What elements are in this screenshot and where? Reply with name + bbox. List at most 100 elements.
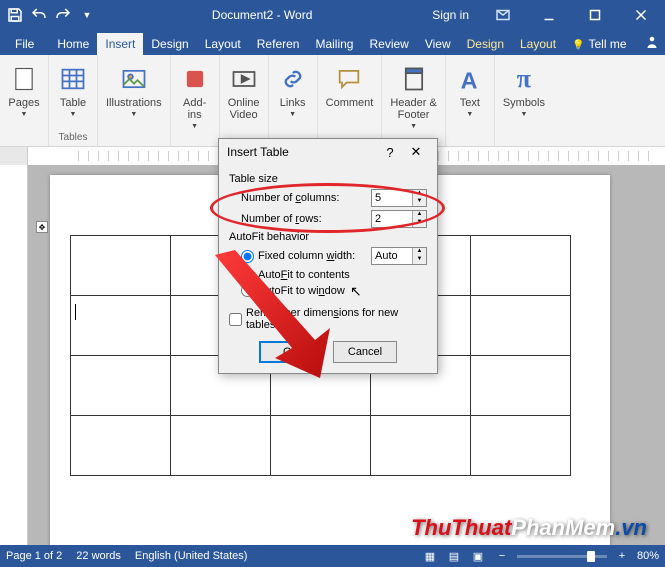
qat-customize[interactable]: ▼ bbox=[76, 4, 98, 26]
text-button[interactable]: A Text ▼ bbox=[452, 61, 488, 120]
ribbon: Pages ▼ Table ▼ Tables Illustrations ▼ bbox=[0, 55, 665, 147]
radio-fixed-width[interactable] bbox=[241, 250, 254, 263]
save-button[interactable] bbox=[4, 4, 26, 26]
pages-icon bbox=[8, 63, 40, 95]
svg-text:A: A bbox=[460, 67, 477, 93]
tab-references[interactable]: Referen bbox=[249, 33, 308, 55]
read-mode-icon[interactable]: ▦ bbox=[421, 550, 439, 563]
insert-table-dialog: Insert Table ? ✕ Table size Number of co… bbox=[218, 138, 438, 374]
statusbar: Page 1 of 2 22 words English (United Sta… bbox=[0, 545, 665, 567]
tab-table-design[interactable]: Design bbox=[459, 33, 512, 55]
group-symbols: π Symbols ▼ bbox=[495, 55, 553, 146]
comment-button[interactable]: Comment bbox=[324, 61, 376, 111]
group-header-footer: Header & Footer ▼ bbox=[382, 55, 445, 146]
status-language[interactable]: English (United States) bbox=[135, 550, 248, 562]
section-autofit: AutoFit behavior bbox=[229, 231, 427, 243]
num-rows-label: Number of rows: bbox=[241, 213, 371, 225]
fixed-width-input[interactable] bbox=[372, 250, 412, 262]
redo-button[interactable] bbox=[52, 4, 74, 26]
spin-down[interactable]: ▼ bbox=[412, 198, 426, 206]
close-button[interactable] bbox=[619, 0, 663, 30]
symbols-button[interactable]: π Symbols ▼ bbox=[501, 61, 547, 120]
share-button[interactable]: Share bbox=[635, 29, 665, 55]
spin-up[interactable]: ▲ bbox=[412, 248, 426, 256]
zoom-in-button[interactable]: + bbox=[613, 550, 631, 562]
maximize-button[interactable] bbox=[573, 0, 617, 30]
tab-home[interactable]: Home bbox=[49, 33, 97, 55]
radio-autofit-window[interactable] bbox=[241, 284, 254, 297]
cancel-button[interactable]: Cancel bbox=[333, 341, 397, 363]
illustrations-button[interactable]: Illustrations ▼ bbox=[104, 61, 164, 120]
remember-label: Remember dimensions for new tables bbox=[246, 307, 427, 331]
dialog-help-button[interactable]: ? bbox=[377, 145, 403, 160]
spin-down[interactable]: ▼ bbox=[412, 256, 426, 264]
remember-checkbox[interactable] bbox=[229, 313, 242, 326]
fixed-width-label: Fixed column width: bbox=[258, 250, 367, 262]
num-columns-input[interactable] bbox=[372, 192, 412, 204]
group-label-tables: Tables bbox=[59, 131, 88, 144]
group-comments: Comment bbox=[318, 55, 383, 146]
web-layout-icon[interactable]: ▣ bbox=[469, 550, 487, 563]
group-tables: Table ▼ Tables bbox=[49, 55, 98, 146]
video-icon bbox=[228, 63, 260, 95]
text-icon: A bbox=[454, 63, 486, 95]
header-icon bbox=[398, 63, 430, 95]
zoom-level[interactable]: 80% bbox=[637, 550, 659, 562]
comment-icon bbox=[333, 63, 365, 95]
watermark: ThuThuatPhanMem.vn bbox=[411, 515, 647, 541]
tab-design[interactable]: Design bbox=[143, 33, 196, 55]
minimize-button[interactable] bbox=[527, 0, 571, 30]
section-table-size: Table size bbox=[229, 173, 427, 185]
sign-in-link[interactable]: Sign in bbox=[422, 0, 479, 30]
status-words[interactable]: 22 words bbox=[76, 550, 121, 562]
num-columns-field[interactable]: ▲▼ bbox=[371, 189, 427, 207]
tab-layout[interactable]: Layout bbox=[197, 33, 249, 55]
spin-down[interactable]: ▼ bbox=[412, 219, 426, 227]
status-page[interactable]: Page 1 of 2 bbox=[6, 550, 62, 562]
ok-button[interactable]: OK bbox=[259, 341, 323, 363]
dialog-title: Insert Table bbox=[227, 145, 377, 159]
ribbon-options-button[interactable] bbox=[481, 0, 525, 30]
addins-icon bbox=[179, 63, 211, 95]
header-footer-button[interactable]: Header & Footer ▼ bbox=[388, 61, 438, 132]
autofit-window-label: AutoFit to window bbox=[258, 285, 427, 297]
group-pages: Pages ▼ bbox=[0, 55, 49, 146]
spin-up[interactable]: ▲ bbox=[412, 211, 426, 219]
num-rows-input[interactable] bbox=[372, 213, 412, 225]
group-illustrations: Illustrations ▼ bbox=[98, 55, 171, 146]
group-media: Online Video bbox=[220, 55, 269, 146]
table-button[interactable]: Table ▼ bbox=[55, 61, 91, 120]
num-rows-field[interactable]: ▲▼ bbox=[371, 210, 427, 228]
tab-file[interactable]: File bbox=[0, 33, 49, 55]
dialog-close-button[interactable]: ✕ bbox=[403, 144, 429, 160]
table-anchor-icon[interactable]: ✥ bbox=[36, 221, 48, 233]
radio-autofit-contents[interactable] bbox=[241, 268, 254, 281]
pages-button[interactable]: Pages ▼ bbox=[6, 61, 42, 120]
pictures-icon bbox=[118, 63, 150, 95]
ruler-corner bbox=[0, 147, 28, 165]
group-addins: Add- ins ▼ bbox=[171, 55, 220, 146]
group-text: A Text ▼ bbox=[446, 55, 495, 146]
tab-review[interactable]: Review bbox=[361, 33, 416, 55]
links-button[interactable]: Links ▼ bbox=[275, 61, 311, 120]
spin-up[interactable]: ▲ bbox=[412, 190, 426, 198]
fixed-width-field[interactable]: ▲▼ bbox=[371, 247, 427, 265]
ribbon-tabs: File Home Insert Design Layout Referen M… bbox=[0, 30, 665, 55]
num-columns-label: Number of columns: bbox=[241, 192, 371, 204]
online-video-button[interactable]: Online Video bbox=[226, 61, 262, 123]
print-layout-icon[interactable]: ▤ bbox=[445, 550, 463, 563]
title-controls: Sign in bbox=[422, 0, 665, 30]
ruler-vertical[interactable] bbox=[0, 165, 28, 545]
zoom-slider[interactable] bbox=[517, 555, 607, 558]
zoom-out-button[interactable]: − bbox=[493, 550, 511, 562]
dialog-titlebar[interactable]: Insert Table ? ✕ bbox=[219, 139, 437, 165]
tab-table-layout[interactable]: Layout bbox=[512, 33, 564, 55]
autofit-contents-label: AutoFit to contents bbox=[258, 269, 427, 281]
tab-tellme[interactable]: Tell me bbox=[564, 33, 634, 55]
addins-button[interactable]: Add- ins ▼ bbox=[177, 61, 213, 132]
tab-mailings[interactable]: Mailing bbox=[307, 33, 361, 55]
tab-insert[interactable]: Insert bbox=[97, 33, 143, 55]
tab-view[interactable]: View bbox=[417, 33, 459, 55]
symbol-icon: π bbox=[508, 63, 540, 95]
undo-button[interactable] bbox=[28, 4, 50, 26]
